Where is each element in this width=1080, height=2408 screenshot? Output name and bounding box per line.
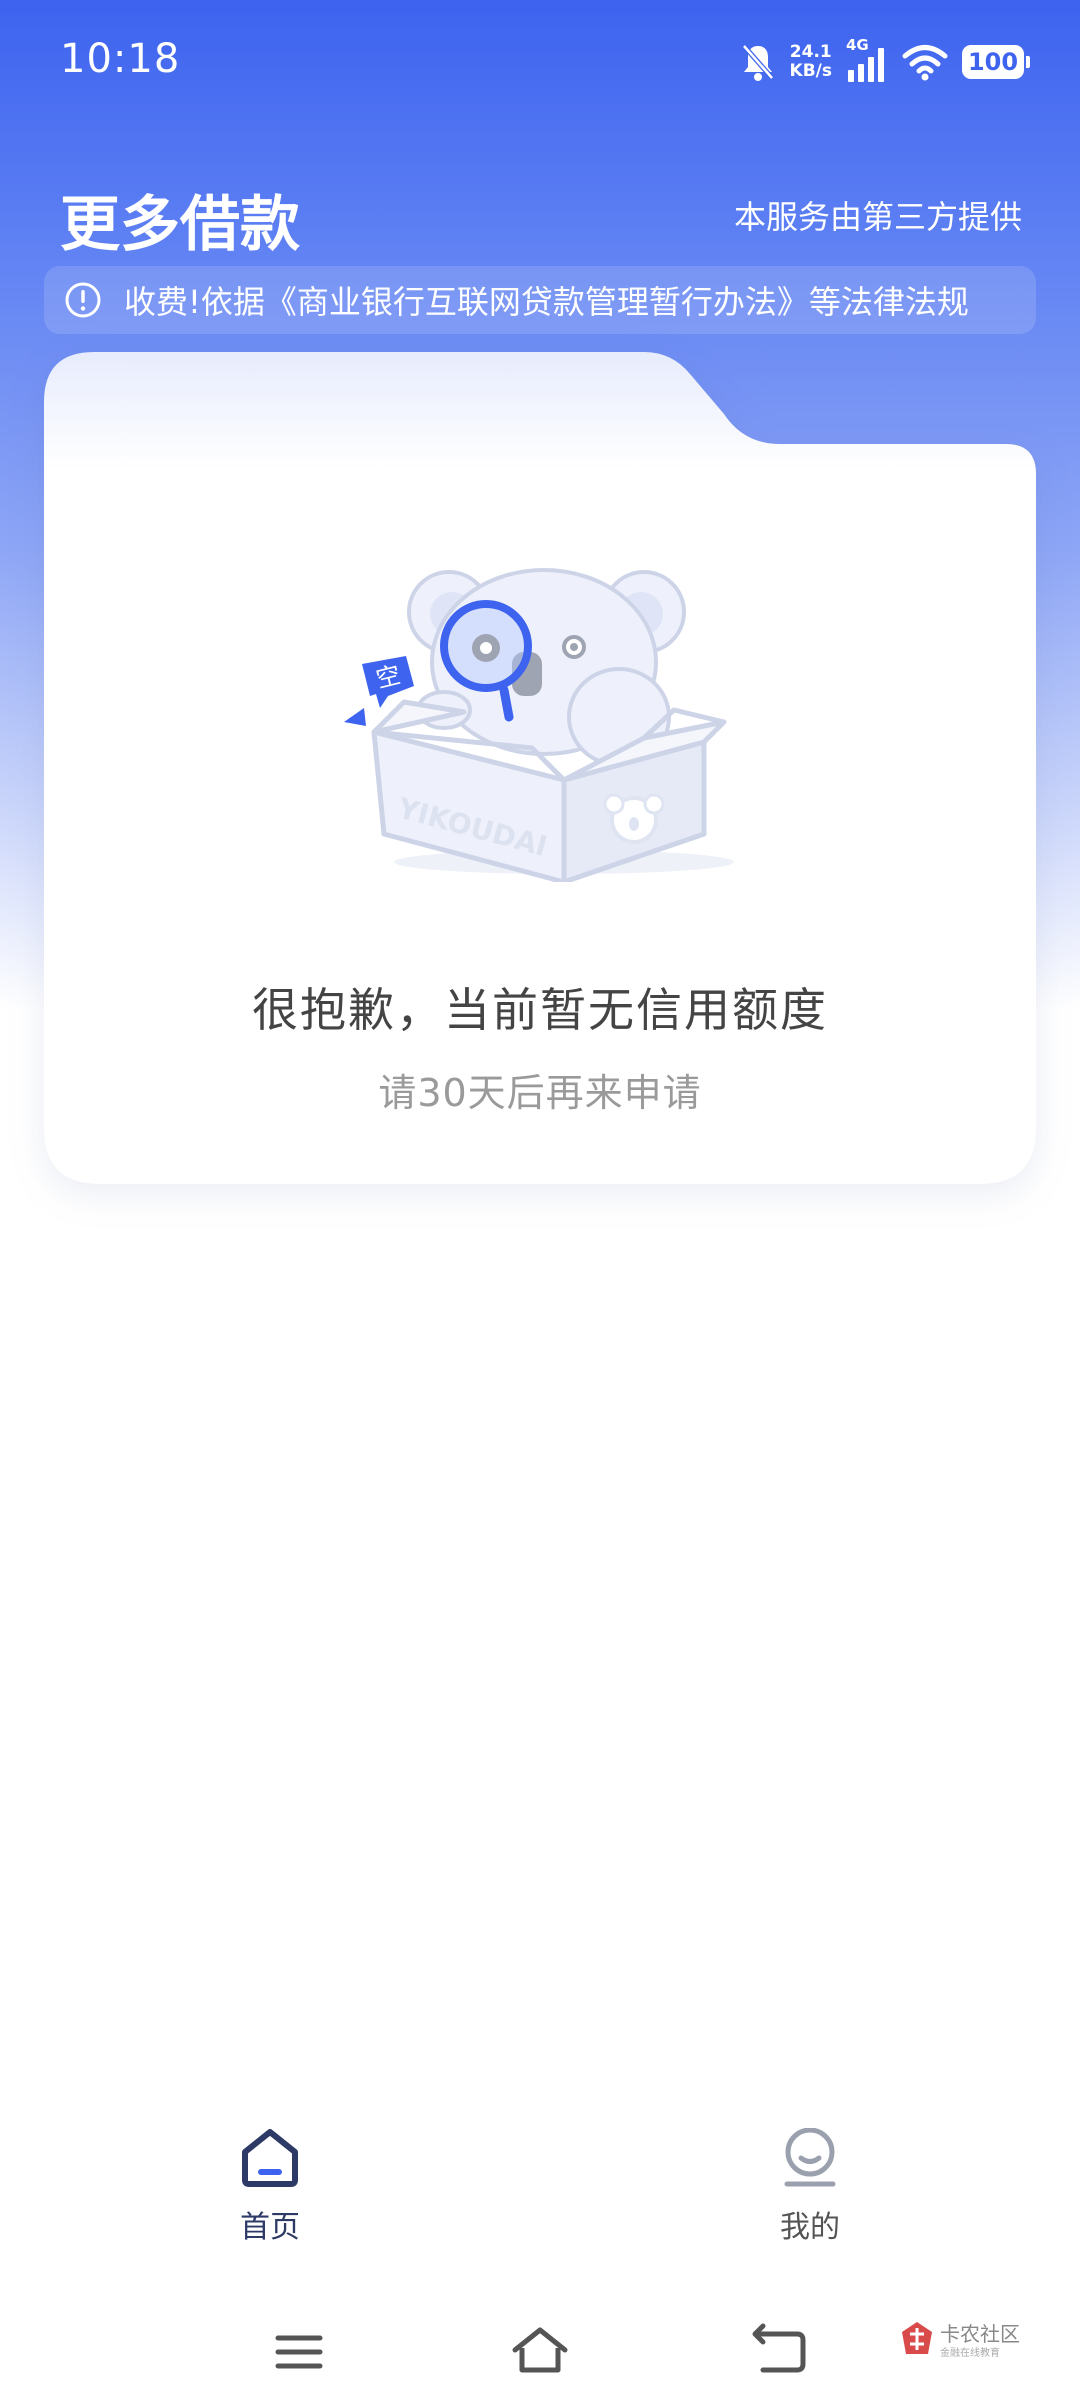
signal-icon: 4G bbox=[846, 36, 888, 84]
watermark-text: 卡农社区 bbox=[940, 2322, 1020, 2346]
net-speed-value: 24.1 bbox=[789, 42, 832, 62]
tab-home-label: 首页 bbox=[240, 2210, 300, 2245]
watermark-subtext: 金融在线教育 bbox=[940, 2348, 1000, 2359]
provider-note: 本服务由第三方提供 bbox=[733, 198, 1022, 236]
tab-mine-label: 我的 bbox=[780, 2210, 840, 2245]
notice-text: 收费!依据《商业银行互联网贷款管理暂行办法》等法律法规 bbox=[124, 283, 969, 321]
home-icon bbox=[242, 2129, 298, 2187]
koala-in-box-illustration: 空 YIKOUDAI bbox=[344, 568, 734, 882]
tab-mine[interactable]: 我的 bbox=[710, 2110, 910, 2260]
profile-icon bbox=[784, 2128, 836, 2187]
back-icon[interactable] bbox=[745, 2320, 815, 2380]
empty-state-card: 空 YIKOUDAI 很抱歉，当前暂无信用额度 请30天后再来申请 bbox=[44, 352, 1036, 1186]
status-icons: 24.1 KB/s 4G 100 bbox=[740, 36, 1030, 86]
page-title: 更多借款 bbox=[60, 190, 300, 260]
watermark: 卡农社区 金融在线教育 bbox=[900, 2316, 1070, 2376]
net-speed: 24.1 KB/s bbox=[790, 43, 832, 81]
status-time: 10:18 bbox=[60, 36, 181, 82]
status-bar: 10:18 24.1 KB/s 4G 100 bbox=[0, 0, 1080, 120]
net-speed-unit: KB/s bbox=[789, 61, 832, 81]
info-circle-icon bbox=[65, 282, 101, 318]
notice-bar[interactable]: 收费!依据《商业银行互联网贷款管理暂行办法》等法律法规 bbox=[44, 266, 1036, 334]
battery-icon: 100 bbox=[962, 45, 1030, 79]
empty-state-title: 很抱歉，当前暂无信用额度 bbox=[252, 983, 828, 1037]
tab-home[interactable]: 首页 bbox=[170, 2110, 370, 2260]
wifi-icon bbox=[902, 45, 948, 81]
bottom-tab-bar: 首页 我的 bbox=[0, 2110, 1080, 2260]
empty-state-subtitle: 请30天后再来申请 bbox=[378, 1071, 702, 1115]
home-nav-icon[interactable] bbox=[505, 2320, 575, 2380]
watermark-logo-icon bbox=[902, 2322, 932, 2354]
menu-icon[interactable] bbox=[264, 2320, 334, 2380]
bell-muted-icon bbox=[741, 44, 774, 81]
